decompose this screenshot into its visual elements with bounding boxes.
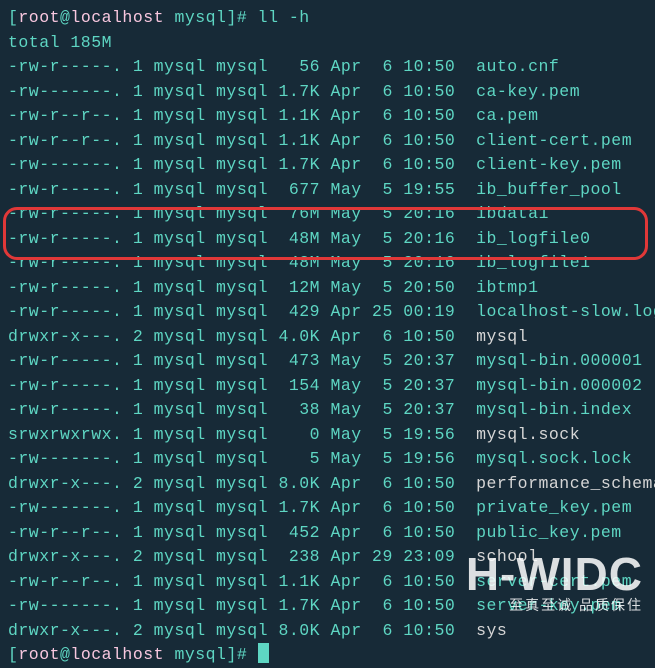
file-name: auto.cnf bbox=[476, 57, 559, 76]
file-name: mysql-bin.000002 bbox=[476, 376, 642, 395]
listing-row: -rw-r-----. 1 mysql mysql 12M May 5 20:5… bbox=[8, 276, 647, 301]
listing-row: drwxr-x---. 2 mysql mysql 238 Apr 29 23:… bbox=[8, 545, 647, 570]
file-name: mysql.sock.lock bbox=[476, 449, 632, 468]
file-name: school bbox=[476, 547, 538, 566]
file-name: ibtmp1 bbox=[476, 278, 538, 297]
listing-row: drwxr-x---. 2 mysql mysql 8.0K Apr 6 10:… bbox=[8, 472, 647, 497]
file-name: performance_schema bbox=[476, 474, 655, 493]
file-name: ca-key.pem bbox=[476, 82, 580, 101]
listing-row: -rw-------. 1 mysql mysql 1.7K Apr 6 10:… bbox=[8, 594, 647, 619]
total-line: total 185M bbox=[8, 31, 647, 56]
file-name: mysql.sock bbox=[476, 425, 580, 444]
listing-row: drwxr-x---. 2 mysql mysql 8.0K Apr 6 10:… bbox=[8, 619, 647, 644]
file-name: public_key.pem bbox=[476, 523, 622, 542]
prompt-line: [root@localhost mysql]# ll -h bbox=[8, 6, 647, 31]
listing-row: drwxr-x---. 2 mysql mysql 4.0K Apr 6 10:… bbox=[8, 325, 647, 350]
file-name: ibdata1 bbox=[476, 204, 549, 223]
file-name: ib_logfile1 bbox=[476, 253, 590, 272]
listing-row: -rw-r--r--. 1 mysql mysql 1.1K Apr 6 10:… bbox=[8, 104, 647, 129]
file-name: private_key.pem bbox=[476, 498, 632, 517]
listing-row: -rw-r--r--. 1 mysql mysql 452 Apr 6 10:5… bbox=[8, 521, 647, 546]
file-name: sys bbox=[476, 621, 507, 640]
file-name: ib_logfile0 bbox=[476, 229, 590, 248]
cursor bbox=[258, 643, 269, 663]
listing-row: -rw-r-----. 1 mysql mysql 154 May 5 20:3… bbox=[8, 374, 647, 399]
listing-row: -rw-r-----. 1 mysql mysql 473 May 5 20:3… bbox=[8, 349, 647, 374]
listing-row: -rw-r-----. 1 mysql mysql 48M May 5 20:1… bbox=[8, 251, 647, 276]
listing-row: -rw-r--r--. 1 mysql mysql 1.1K Apr 6 10:… bbox=[8, 570, 647, 595]
file-name: mysql bbox=[476, 327, 528, 346]
listing-row: -rw-------. 1 mysql mysql 1.7K Apr 6 10:… bbox=[8, 153, 647, 178]
file-name: mysql-bin.000001 bbox=[476, 351, 642, 370]
file-name: mysql-bin.index bbox=[476, 400, 632, 419]
listing-row: -rw-------. 1 mysql mysql 1.7K Apr 6 10:… bbox=[8, 496, 647, 521]
listing-row: -rw-r-----. 1 mysql mysql 56 Apr 6 10:50… bbox=[8, 55, 647, 80]
listing-row: -rw-r-----. 1 mysql mysql 38 May 5 20:37… bbox=[8, 398, 647, 423]
terminal-output: [root@localhost mysql]# ll -htotal 185M-… bbox=[8, 6, 647, 668]
file-name: client-key.pem bbox=[476, 155, 622, 174]
file-name: ib_buffer_pool bbox=[476, 180, 622, 199]
prompt-line-end[interactable]: [root@localhost mysql]# bbox=[8, 643, 647, 668]
file-name: ca.pem bbox=[476, 106, 538, 125]
listing-row: -rw-r-----. 1 mysql mysql 677 May 5 19:5… bbox=[8, 178, 647, 203]
listing-row: srwxrwxrwx. 1 mysql mysql 0 May 5 19:56 … bbox=[8, 423, 647, 448]
listing-row: -rw-r--r--. 1 mysql mysql 1.1K Apr 6 10:… bbox=[8, 129, 647, 154]
file-name: localhost-slow.log bbox=[476, 302, 655, 321]
listing-row: -rw-r-----. 1 mysql mysql 76M May 5 20:1… bbox=[8, 202, 647, 227]
file-name: server-key.pem bbox=[476, 596, 622, 615]
listing-row: -rw-r-----. 1 mysql mysql 429 Apr 25 00:… bbox=[8, 300, 647, 325]
file-name: server-cert.pem bbox=[476, 572, 632, 591]
file-name: client-cert.pem bbox=[476, 131, 632, 150]
listing-row: -rw-------. 1 mysql mysql 5 May 5 19:56 … bbox=[8, 447, 647, 472]
listing-row: -rw-r-----. 1 mysql mysql 48M May 5 20:1… bbox=[8, 227, 647, 252]
listing-row: -rw-------. 1 mysql mysql 1.7K Apr 6 10:… bbox=[8, 80, 647, 105]
